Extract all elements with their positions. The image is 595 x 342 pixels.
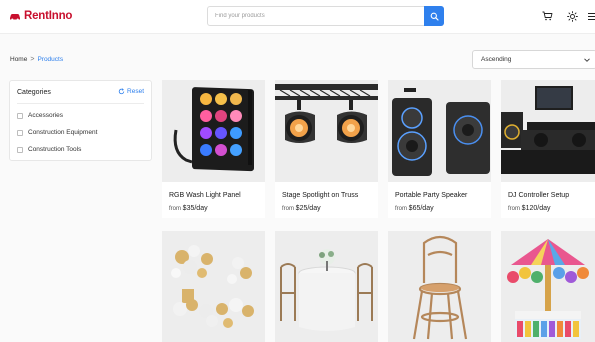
dining-set-image — [280, 249, 373, 331]
category-label: Construction Tools — [28, 146, 82, 153]
product-card[interactable]: DJ Controller Setup from $120/day — [501, 80, 595, 218]
brand-name: RentInno — [24, 10, 73, 22]
product-image — [162, 231, 265, 342]
product-image — [388, 80, 491, 182]
search-input[interactable] — [208, 7, 423, 25]
product-card[interactable]: Portable Party Speaker from $65/day — [388, 80, 491, 218]
carnival-cart-image — [507, 239, 589, 339]
product-image — [501, 80, 595, 182]
cart-button[interactable] — [541, 10, 553, 22]
breadcrumb-home[interactable]: Home — [10, 56, 27, 63]
stage-spotlight-image — [275, 84, 378, 143]
party-speaker-image — [392, 88, 490, 176]
divider — [17, 103, 144, 104]
brand-logo[interactable]: RentInno — [9, 10, 72, 22]
search-bar — [207, 6, 444, 26]
menu-button[interactable] — [588, 10, 595, 22]
categories-title: Categories — [17, 89, 51, 96]
product-name[interactable]: RGB Wash Light Panel — [169, 192, 241, 199]
category-accessories[interactable]: Accessories — [17, 112, 63, 119]
product-card[interactable] — [501, 231, 595, 342]
checkbox[interactable] — [17, 129, 23, 136]
refresh-icon — [118, 88, 125, 95]
product-name[interactable]: Stage Spotlight on Truss — [282, 192, 358, 199]
category-construction-equipment[interactable]: Construction Equipment — [17, 129, 97, 136]
search-button[interactable] — [424, 6, 444, 26]
product-price: from $35/day — [169, 205, 208, 212]
breadcrumb-current: Products — [37, 56, 64, 63]
chevron-down-icon — [584, 58, 590, 62]
categories-panel: Categories Reset Accessories Constructio… — [9, 80, 152, 161]
product-price: from $25/day — [282, 205, 321, 212]
product-card[interactable] — [275, 231, 378, 342]
category-label: Accessories — [28, 112, 64, 119]
category-construction-tools[interactable]: Construction Tools — [17, 146, 81, 153]
theme-toggle[interactable] — [566, 10, 578, 22]
sort-select[interactable]: Ascending — [472, 50, 595, 69]
product-name[interactable]: Portable Party Speaker — [395, 192, 467, 199]
product-price: from $65/day — [395, 205, 434, 212]
product-card[interactable] — [388, 231, 491, 342]
category-label: Construction Equipment — [28, 129, 98, 136]
sun-icon — [566, 10, 578, 22]
dj-controller-image — [501, 86, 595, 174]
breadcrumb-separator: > — [30, 56, 35, 63]
cart-icon — [542, 11, 552, 21]
product-card[interactable]: RGB Wash Light Panel from $35/day — [162, 80, 265, 218]
product-price: from $120/day — [508, 205, 551, 212]
product-image — [275, 231, 378, 342]
balloon-decor-image — [171, 245, 254, 328]
reset-button[interactable]: Reset — [118, 88, 144, 95]
bentwood-chair-image — [412, 235, 468, 340]
product-image — [275, 80, 378, 182]
product-card[interactable] — [162, 231, 265, 342]
reset-label: Reset — [127, 88, 144, 95]
sort-selected-value: Ascending — [481, 56, 512, 63]
product-name[interactable]: DJ Controller Setup — [508, 192, 569, 199]
rgb-wash-light-image — [173, 87, 254, 172]
checkbox[interactable] — [17, 146, 23, 153]
car-icon — [10, 13, 20, 21]
search-icon — [430, 12, 439, 21]
menu-icon — [588, 12, 595, 20]
product-image — [388, 231, 491, 342]
top-bar: RentInno — [0, 0, 595, 34]
breadcrumb: Home > Products — [10, 56, 63, 63]
product-image — [162, 80, 265, 182]
product-image — [501, 231, 595, 342]
checkbox[interactable] — [17, 112, 23, 119]
product-card[interactable]: Stage Spotlight on Truss from $25/day — [275, 80, 378, 218]
